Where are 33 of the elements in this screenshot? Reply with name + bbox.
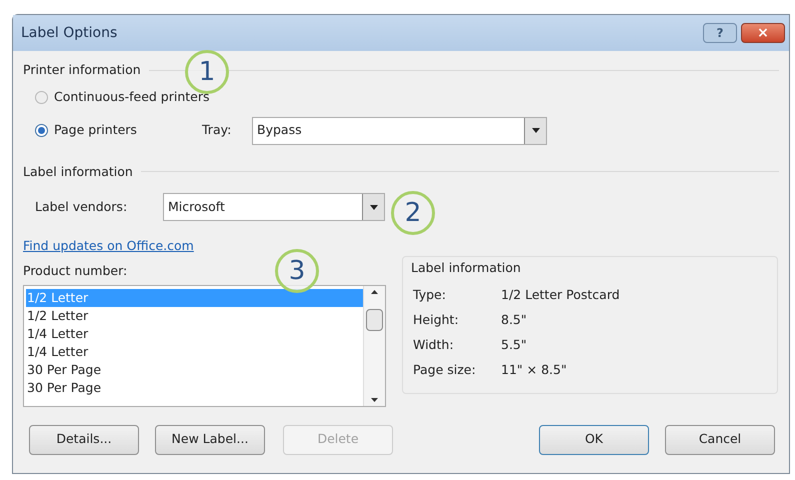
info-label: Height: [413, 310, 460, 329]
section-heading: Label information [23, 162, 133, 180]
dialog-button[interactable]: Cancel [665, 424, 775, 455]
callout-number: 1 [185, 50, 229, 94]
info-label: Page size: [413, 360, 477, 379]
vendor-dropdown[interactable]: Microsoft [163, 193, 385, 222]
office-link[interactable]: Find updates on Office.com [23, 237, 194, 256]
info-value: 11" × 8.5" [501, 360, 567, 379]
list-item[interactable]: 1/2 Letter [26, 306, 363, 325]
dialog-button[interactable]: New Label... [155, 424, 265, 455]
radio-label[interactable]: Page printers [54, 121, 184, 140]
info-value: 5.5" [501, 336, 527, 354]
info-label: Type: [413, 286, 447, 304]
dialog-button[interactable]: OK [539, 424, 649, 455]
info-value: 1/2 Letter Postcard [501, 286, 620, 304]
callout-number: 3 [275, 249, 319, 293]
info-label: Width: [413, 336, 455, 354]
field-label: Label vendors: [35, 198, 128, 216]
info-value: 8.5" [501, 310, 527, 329]
field-label: Tray: [202, 121, 232, 140]
dialog-button[interactable]: Details... [29, 424, 139, 455]
list-item[interactable]: 1/4 Letter [26, 342, 363, 361]
list-item[interactable]: 30 Per Page [26, 378, 363, 397]
panel-heading: Label information [411, 259, 522, 277]
window-title: Label Options [21, 24, 118, 42]
callout-number: 2 [391, 191, 435, 235]
product-list[interactable]: 1/2 Letter 1/2 Letter 1/4 Letter 1/4 Letter 30 Per Page 30 Per Page [23, 284, 386, 407]
field-label: Product number: [23, 262, 128, 280]
help-button[interactable]: ? [703, 23, 737, 43]
list-item[interactable]: 1/4 Letter [26, 324, 363, 343]
tray-dropdown[interactable]: Bypass [252, 116, 547, 144]
section-heading: Printer information [23, 61, 141, 79]
list-item[interactable]: 30 Per Page [26, 360, 363, 379]
